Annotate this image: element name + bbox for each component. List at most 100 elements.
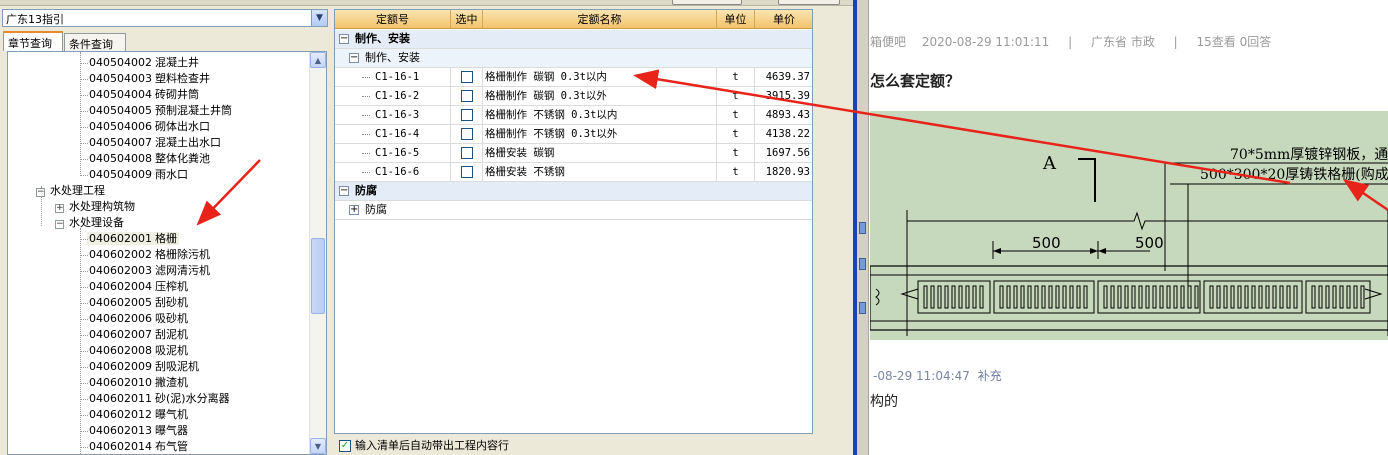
app-toolbar-strip <box>0 0 856 6</box>
tree-item[interactable]: 040504009 雨水口 <box>80 167 188 183</box>
grid-group-row[interactable]: − 防腐 <box>335 182 812 201</box>
select-checkbox[interactable] <box>461 147 473 159</box>
tree-item[interactable]: 040602013 曝气器 <box>80 423 188 439</box>
collapse-toggle[interactable]: − <box>339 186 349 196</box>
edge-button[interactable] <box>859 222 866 234</box>
select-cell <box>451 87 483 105</box>
collapse-toggle[interactable]: − <box>349 53 359 63</box>
tree-item[interactable]: 040602009 刮吸泥机 <box>80 359 199 375</box>
grid-row[interactable]: C1-16-2 格栅制作 碳钢 0.3t以外 t 3915.39 <box>335 87 812 106</box>
toolbar-button[interactable] <box>672 0 742 5</box>
grating-slot <box>1272 285 1277 309</box>
grating-slot <box>1194 285 1199 309</box>
tree-item[interactable]: 040602002 格栅除污机 <box>80 247 210 263</box>
grid-row[interactable]: C1-16-4 格栅制作 不锈钢 0.3t以外 t 4138.22 <box>335 125 812 144</box>
select-cell <box>451 144 483 162</box>
expand-toggle[interactable]: + <box>349 205 359 215</box>
select-checkbox[interactable] <box>461 71 473 83</box>
collapse-toggle[interactable]: − <box>36 188 45 197</box>
reply-tag[interactable]: 补充 <box>978 369 1002 383</box>
grating-slot <box>1166 285 1171 309</box>
grating-slot <box>1152 285 1157 309</box>
col-header-price[interactable]: 单价 <box>755 10 812 29</box>
expand-toggle[interactable]: + <box>55 204 64 213</box>
edge-button[interactable] <box>859 258 866 270</box>
auto-bring-checkbox[interactable]: ✓ <box>339 440 351 452</box>
tree-item[interactable]: 040504007 混凝土出水口 <box>80 135 221 151</box>
quota-code: C1-16-1 <box>373 68 451 86</box>
tree-item[interactable]: 040602011 砂(泥)水分离器 <box>80 391 230 407</box>
grid-row[interactable]: C1-16-5 格栅安装 碳钢 t 1697.56 <box>335 144 812 163</box>
tree-item-name: 撇渣机 <box>155 376 188 389</box>
grating-slot <box>1110 285 1115 309</box>
grid-group-row[interactable]: − 制作、安装 <box>335 30 812 49</box>
tree-item[interactable]: 040504003 塑料检查井 <box>80 71 210 87</box>
tree-item[interactable]: 040504005 预制混凝土井筒 <box>80 103 232 119</box>
grid-row[interactable]: C1-16-6 格栅安装 不锈钢 t 1820.93 <box>335 163 812 182</box>
reply-text: 构的 <box>870 394 898 410</box>
grating-slot <box>965 285 970 309</box>
tree-item-code: 040602003 <box>89 264 152 277</box>
grid-subgroup-row[interactable]: + 防腐 <box>335 201 812 220</box>
grating-slot <box>1251 285 1256 309</box>
tree-item-selected[interactable]: 040602001 格栅 <box>80 231 179 247</box>
meta-separator: | <box>1068 35 1073 49</box>
collapse-toggle[interactable]: − <box>55 220 64 229</box>
tab-condition-query[interactable]: 条件查询 <box>64 33 126 51</box>
grating-slot <box>1353 285 1358 309</box>
quota-price: 1697.56 <box>765 147 810 159</box>
tree-item[interactable]: 040602003 滤网清污机 <box>80 263 210 279</box>
scroll-up-icon[interactable]: ▲ <box>310 52 326 68</box>
grid-subgroup-row[interactable]: − 制作、安装 <box>335 49 812 68</box>
tree-item[interactable]: 040602006 吸砂机 <box>80 311 188 327</box>
select-checkbox[interactable] <box>461 109 473 121</box>
tree-item-code: 040602011 <box>89 392 152 405</box>
tree-item[interactable]: 040602008 吸泥机 <box>80 343 188 359</box>
quota-code: C1-16-6 <box>373 163 451 181</box>
tree-item[interactable]: 040602010 撇渣机 <box>80 375 188 391</box>
tree-node-water-treatment[interactable]: 水处理工程 <box>50 183 105 199</box>
tree-item-code: 040602002 <box>89 248 152 261</box>
tab-chapter-query[interactable]: 章节查询 <box>3 31 63 51</box>
scroll-down-icon[interactable]: ▼ <box>310 438 326 454</box>
grating-slot <box>937 285 942 309</box>
tree-node-structures[interactable]: 水处理构筑物 <box>69 199 135 215</box>
tree-item[interactable]: 040602004 压榨机 <box>80 279 188 295</box>
grid-row[interactable]: C1-16-3 格栅制作 不锈钢 0.3t以内 t 4893.43 <box>335 106 812 125</box>
grating-slot <box>951 285 956 309</box>
tree-item[interactable]: 040504006 砌体出水口 <box>80 119 210 135</box>
tree-item-code: 040602005 <box>89 296 152 309</box>
tree-item[interactable]: 040602014 布气管 <box>80 439 188 454</box>
tree-item[interactable]: 040602007 刮泥机 <box>80 327 188 343</box>
tree-item-code: 040602008 <box>89 344 152 357</box>
tree-node-equipment[interactable]: 水处理设备 <box>69 215 124 231</box>
tree-item[interactable]: 040504004 砖砌井筒 <box>80 87 199 103</box>
toolbar-button[interactable] <box>778 0 840 5</box>
edge-button[interactable] <box>859 302 866 314</box>
select-checkbox[interactable] <box>461 128 473 140</box>
tree-item[interactable]: 040602012 曝气机 <box>80 407 188 423</box>
tree-scrollbar[interactable]: ▲ ▼ <box>309 52 326 454</box>
tree-item[interactable]: 040602005 刮砂机 <box>80 295 188 311</box>
tree-item-name: 混凝土井 <box>155 56 199 69</box>
scroll-thumb[interactable] <box>311 238 325 314</box>
chapter-tree-pane: 广东13指引 ▼ 章节查询 条件查询 040504002 混凝土井 0405040… <box>0 7 330 455</box>
post-region: 广东省 市政 <box>1091 35 1155 49</box>
tree-item[interactable]: 040504002 混凝土井 <box>80 55 199 71</box>
grid-row[interactable]: C1-16-1 格栅制作 碳钢 0.3t以内 t 4639.37 <box>335 68 812 87</box>
select-checkbox[interactable] <box>461 90 473 102</box>
tree-item-name: 曝气器 <box>155 424 188 437</box>
chevron-down-icon[interactable]: ▼ <box>311 10 327 26</box>
col-header-selected[interactable]: 选中 <box>451 10 483 29</box>
col-header-name[interactable]: 定额名称 <box>483 10 717 29</box>
col-header-unit[interactable]: 单位 <box>717 10 755 29</box>
col-header-code[interactable]: 定额号 <box>335 10 451 29</box>
grating-slot <box>1034 285 1039 309</box>
collapse-toggle[interactable]: − <box>339 34 349 44</box>
group-label: 制作、安装 <box>355 32 410 45</box>
post-author[interactable]: 箱便吧 <box>870 35 906 49</box>
tree-item-code: 040504004 <box>89 88 152 101</box>
region-select[interactable]: 广东13指引 ▼ <box>2 9 328 27</box>
tree-item[interactable]: 040504008 整体化粪池 <box>80 151 210 167</box>
select-checkbox[interactable] <box>461 166 473 178</box>
